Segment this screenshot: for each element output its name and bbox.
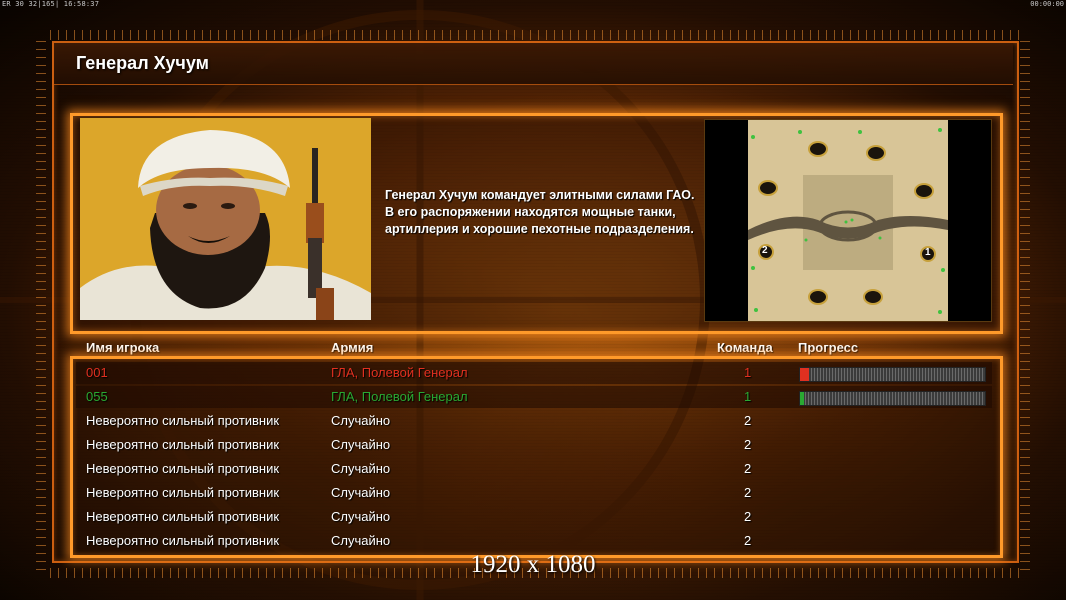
player-army: Случайно [331,485,391,500]
player-army: Случайно [331,461,391,476]
ruler-left [36,40,46,570]
player-army: ГЛА, Полевой Генерал [331,365,468,380]
player-team: 1 [744,389,752,404]
player-row: Невероятно сильный противник Случайно 2 [76,530,992,552]
status-readout: ER 30 32|165| 16:58:37 [2,0,100,8]
player-name: 001 [86,365,108,380]
start-position-1: 1 [925,247,931,258]
player-team: 2 [744,413,752,428]
player-row: Невероятно сильный противник Случайно 2 [76,482,992,504]
player-row: 001 ГЛА, Полевой Генерал 1 [76,362,992,384]
loading-progress-fill [800,392,804,405]
player-row: Невероятно сильный противник Случайно 2 [76,410,992,432]
ruler-right [1020,40,1030,570]
player-row: Невероятно сильный противник Случайно 2 [76,506,992,528]
resolution-label: 1920 x 1080 [470,551,596,578]
minimap: 2 1 [704,119,992,322]
player-army: Случайно [331,509,391,524]
timer-readout: 00:00:00 [1030,0,1064,8]
ruler-top [50,30,1026,40]
player-army: Случайно [331,533,391,548]
loading-progress-bar [799,391,986,406]
page-title: Генерал Хучум [76,53,209,73]
player-team: 2 [744,533,752,548]
player-team: 1 [744,365,752,380]
player-name: Невероятно сильный противник [86,533,280,548]
loading-progress-bar [799,367,986,382]
player-army: ГЛА, Полевой Генерал [331,389,468,404]
player-team: 2 [744,461,752,476]
general-portrait [80,118,371,320]
player-name: Невероятно сильный противник [86,485,280,500]
player-team: 2 [744,485,752,500]
start-position-2: 2 [762,245,768,256]
player-team: 2 [744,509,752,524]
loading-screen: ER 30 32|165| 16:58:37 00:00:00 Генерал … [0,0,1066,600]
player-army: Случайно [331,413,391,428]
player-name: Невероятно сильный противник [86,413,280,428]
player-name: Невероятно сильный противник [86,509,280,524]
player-name: 055 [86,389,108,404]
general-description: Генерал Хучум командует элитными силами … [385,188,695,236]
player-army: Случайно [331,437,391,452]
player-row: Невероятно сильный противник Случайно 2 [76,434,992,456]
player-row: Невероятно сильный противник Случайно 2 [76,458,992,480]
player-row: 055 ГЛА, Полевой Генерал 1 [76,386,992,408]
player-name: Невероятно сильный противник [86,461,280,476]
player-team: 2 [744,437,752,452]
minimap-terrain: 2 1 [748,120,948,321]
player-name: Невероятно сильный противник [86,437,280,452]
loading-progress-fill [800,368,810,381]
